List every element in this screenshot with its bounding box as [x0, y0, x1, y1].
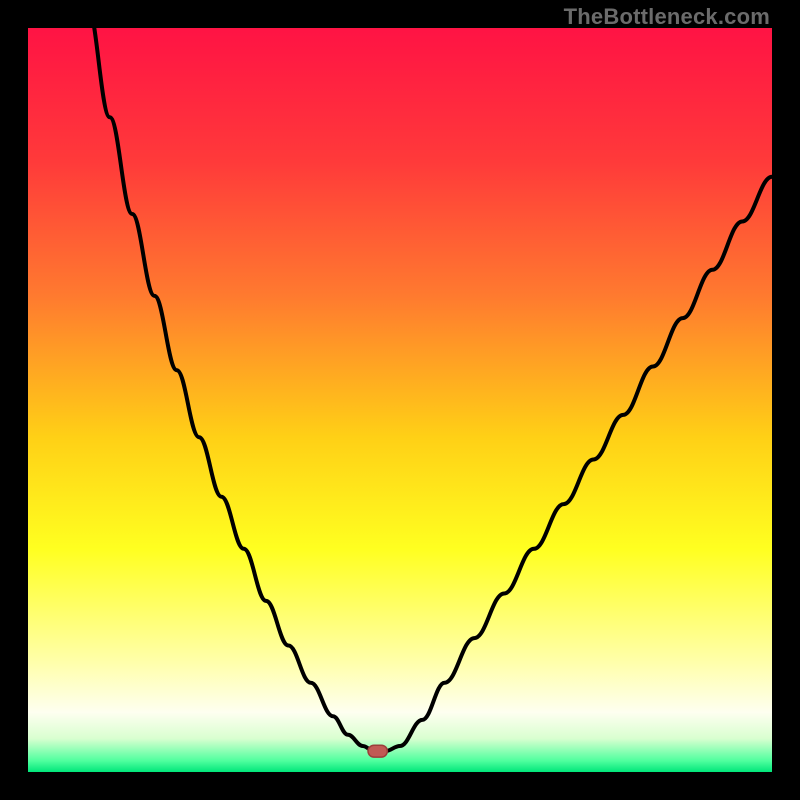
plot-area — [28, 28, 772, 772]
outer-frame: TheBottleneck.com — [0, 0, 800, 800]
optimal-marker — [368, 745, 387, 757]
marker-layer — [28, 28, 772, 772]
watermark-text: TheBottleneck.com — [564, 4, 770, 30]
